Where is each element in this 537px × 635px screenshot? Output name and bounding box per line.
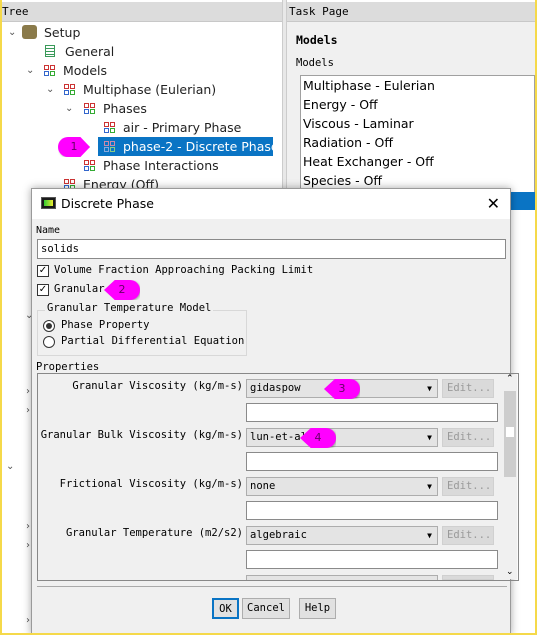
list-item[interactable]: Radiation - Off bbox=[301, 133, 534, 152]
dropdown-arrow-icon: ▼ bbox=[427, 531, 432, 540]
list-item[interactable]: Viscous - Laminar bbox=[301, 114, 534, 133]
model-icon bbox=[104, 122, 115, 133]
property-value-field[interactable] bbox=[246, 452, 498, 471]
dropdown-arrow-icon: ▼ bbox=[427, 384, 432, 393]
tree-item-air[interactable]: air - Primary Phase bbox=[104, 118, 241, 137]
property-dropdown[interactable]: lun-et-al ▼ bbox=[246, 428, 438, 447]
property-edit-button[interactable]: Edit... bbox=[442, 477, 494, 496]
model-icon bbox=[64, 84, 75, 95]
chevron-right-icon[interactable]: › bbox=[26, 405, 30, 416]
chevron-right-icon[interactable]: › bbox=[26, 521, 30, 532]
property-label: Granular Viscosity (kg/m-s) bbox=[72, 380, 243, 392]
tree-item-models[interactable]: Models bbox=[44, 61, 107, 80]
scroll-up-icon[interactable]: ⌃ bbox=[506, 374, 514, 384]
property-label: Granular Bulk Viscosity (kg/m-s) bbox=[40, 429, 243, 441]
help-button[interactable]: Help bbox=[299, 598, 336, 619]
tree-item-phases[interactable]: Phases bbox=[84, 99, 147, 118]
discrete-phase-dialog: Discrete Phase ✕ Name solids ✓ Volume Fr… bbox=[31, 188, 519, 635]
property-label: Frictional Viscosity (kg/m-s) bbox=[59, 478, 243, 490]
property-edit-button[interactable]: Edit... bbox=[442, 428, 494, 447]
property-dropdown-partial[interactable] bbox=[246, 575, 438, 580]
name-label: Name bbox=[36, 225, 61, 236]
list-item[interactable]: Multiphase - Eulerian bbox=[301, 76, 534, 95]
model-icon bbox=[84, 103, 95, 114]
models-list-label: Models bbox=[296, 57, 334, 69]
list-item[interactable]: Energy - Off bbox=[301, 95, 534, 114]
tree-header: Tree bbox=[0, 2, 282, 22]
list-item[interactable]: Heat Exchanger - Off bbox=[301, 152, 534, 171]
dropdown-arrow-icon: ▼ bbox=[427, 433, 432, 442]
temperature-model-group bbox=[37, 310, 247, 356]
tree-item-phase-2[interactable]: phase-2 - Discrete Phase bbox=[98, 137, 279, 156]
cancel-button[interactable]: Cancel bbox=[242, 598, 290, 619]
setup-icon bbox=[22, 25, 37, 39]
granular-label: Granular bbox=[54, 283, 105, 295]
callout-1: 1 bbox=[58, 137, 90, 157]
model-icon bbox=[104, 141, 115, 152]
task-button-edge[interactable] bbox=[511, 192, 537, 210]
fluent-app-icon bbox=[41, 197, 56, 209]
volume-fraction-label: Volume Fraction Approaching Packing Limi… bbox=[54, 264, 314, 276]
models-list[interactable]: Multiphase - Eulerian Energy - Off Visco… bbox=[300, 75, 535, 195]
model-icon bbox=[84, 160, 95, 171]
chevron-right-icon[interactable]: › bbox=[26, 615, 30, 626]
scroll-down-icon[interactable]: ⌄ bbox=[506, 567, 514, 577]
chevron-right-icon[interactable]: › bbox=[26, 386, 30, 397]
property-dropdown[interactable]: algebraic ▼ bbox=[246, 526, 438, 545]
property-dropdown[interactable]: none ▼ bbox=[246, 477, 438, 496]
pde-label: Partial Differential Equation bbox=[61, 335, 245, 347]
general-icon bbox=[45, 45, 55, 57]
chevron-down-icon[interactable]: ⌄ bbox=[65, 103, 73, 114]
scrollbar-thumb[interactable] bbox=[504, 391, 516, 477]
chevron-down-icon[interactable]: ⌄ bbox=[6, 461, 14, 472]
tree-item-setup[interactable]: Setup bbox=[22, 23, 80, 42]
property-edit-button-partial[interactable] bbox=[442, 575, 494, 580]
task-page-header: Task Page bbox=[287, 2, 537, 22]
granular-checkbox[interactable]: ✓ bbox=[37, 284, 49, 296]
chevron-down-icon[interactable]: ⌄ bbox=[26, 65, 34, 76]
phase-property-radio[interactable] bbox=[43, 320, 55, 332]
tree-item-general[interactable]: General bbox=[45, 42, 114, 61]
property-value-field[interactable] bbox=[246, 403, 498, 422]
tree-item-multiphase[interactable]: Multiphase (Eulerian) bbox=[64, 80, 216, 99]
dialog-title: Discrete Phase bbox=[61, 196, 154, 211]
chevron-down-icon[interactable]: ⌄ bbox=[8, 27, 16, 38]
chevron-down-icon[interactable]: ⌄ bbox=[46, 84, 54, 95]
properties-scrollbar[interactable]: ⌃ ⌄ bbox=[503, 374, 517, 579]
pde-radio[interactable] bbox=[43, 336, 55, 348]
model-icon bbox=[44, 65, 55, 76]
tree-item-phase-interactions[interactable]: Phase Interactions bbox=[84, 156, 219, 175]
dialog-title-bar[interactable]: Discrete Phase ✕ bbox=[32, 189, 510, 219]
property-label: Granular Temperature (m2/s2) bbox=[65, 527, 243, 539]
properties-label: Properties bbox=[36, 361, 100, 373]
phase-property-label: Phase Property bbox=[61, 319, 150, 331]
property-value-field[interactable] bbox=[246, 550, 498, 569]
property-value-field[interactable] bbox=[246, 501, 498, 520]
temperature-model-group-label: Granular Temperature Model bbox=[45, 302, 214, 314]
volume-fraction-checkbox[interactable]: ✓ bbox=[37, 265, 49, 277]
task-page-title: Models bbox=[296, 33, 338, 47]
divider bbox=[37, 586, 507, 587]
ok-button[interactable]: OK bbox=[212, 598, 239, 619]
property-edit-button[interactable]: Edit... bbox=[442, 526, 494, 545]
name-input[interactable]: solids bbox=[37, 239, 506, 259]
dropdown-arrow-icon: ▼ bbox=[427, 482, 432, 491]
chevron-right-icon[interactable]: › bbox=[26, 540, 30, 551]
close-icon[interactable]: ✕ bbox=[487, 189, 500, 219]
property-edit-button[interactable]: Edit... bbox=[442, 379, 494, 398]
